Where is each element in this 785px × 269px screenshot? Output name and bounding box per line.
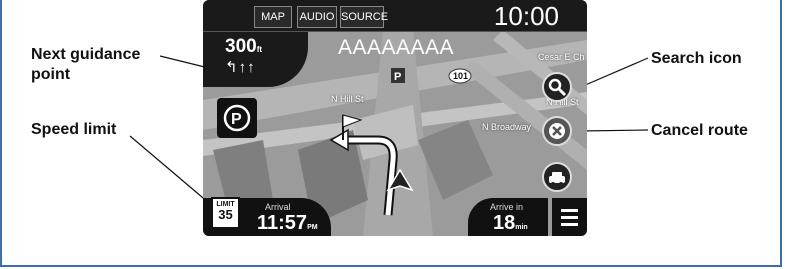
callout-speed-limit: Speed limit [31, 121, 117, 138]
arrive-in-label: Arrive in [490, 202, 524, 212]
nav-screen[interactable]: P N Hill St N Hill St N Broadway Cesar E… [203, 0, 587, 236]
arrival-ampm: PM [307, 224, 318, 231]
tab-source[interactable]: SOURCE [340, 6, 388, 28]
parking-icon: P [223, 104, 251, 132]
street-name: AAAAAAAA [338, 36, 455, 59]
tab-audio[interactable]: AUDIO [297, 6, 337, 28]
cancel-route-button[interactable] [542, 116, 572, 146]
close-icon [549, 123, 565, 139]
map-label-cesar: Cesar E Ch [538, 52, 585, 62]
traffic-car-icon [549, 172, 565, 186]
search-icon [548, 78, 567, 97]
menu-icon [561, 209, 578, 226]
parking-button[interactable]: P [217, 98, 257, 138]
svg-text:P: P [231, 111, 242, 128]
svg-text:P: P [394, 71, 401, 83]
arrive-in-value: 18 [493, 212, 516, 234]
clock: 10:00 [493, 1, 559, 31]
speed-limit-value: 35 [218, 207, 233, 222]
arrival-time: 11:57PM [257, 212, 318, 235]
top-bar: MAP AUDIO SOURCE 10:00 [203, 0, 587, 32]
callout-next-guidance-line1: Next guidance [31, 46, 141, 63]
map-label-101: 101 [453, 71, 469, 81]
map-label-broadway: N Broadway [482, 122, 532, 132]
search-button[interactable] [542, 72, 572, 102]
tab-map[interactable]: MAP [254, 6, 292, 28]
menu-button[interactable] [552, 198, 587, 236]
arrival-label: Arrival [265, 202, 291, 212]
callout-next-guidance: Next guidance point [31, 45, 140, 85]
callout-search-icon: Search icon [651, 50, 742, 67]
guidance-distance: 300ft [225, 36, 262, 58]
lane-arrows-icon: ↰↑↑ [225, 59, 256, 76]
arrive-in-unit: min [515, 224, 528, 231]
callout-next-guidance-line2: point [31, 66, 71, 83]
map-label-hill-1: N Hill St [331, 94, 364, 104]
distance-unit: ft [256, 45, 263, 54]
speed-limit-sign: LIMIT 35 [211, 197, 240, 229]
distance-value: 300 [225, 36, 257, 57]
arrival-time-value: 11:57 [257, 212, 308, 234]
arrive-in: 18min [493, 212, 528, 235]
callout-cancel-route: Cancel route [651, 122, 748, 139]
traffic-button[interactable] [542, 162, 572, 192]
